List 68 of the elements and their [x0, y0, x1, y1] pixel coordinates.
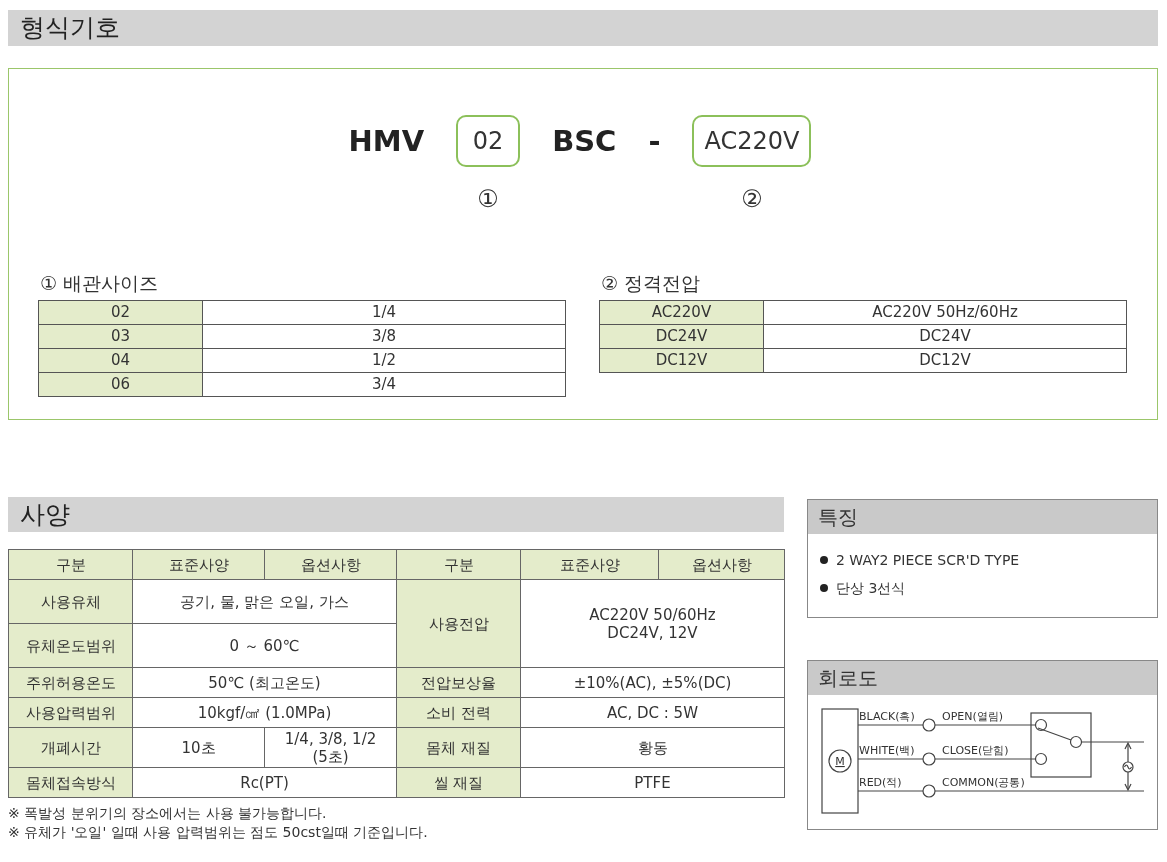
- row-label: 유체온도범위: [8, 623, 133, 668]
- row-label: 씰 재질: [396, 767, 521, 798]
- row-label: 개폐시간: [8, 727, 133, 768]
- option-code-cell: 03: [38, 324, 203, 348]
- note-text: ※ 폭발성 분위기의 장소에서는 사용 불가능합니다.: [8, 804, 328, 823]
- table-cell: 10kgf/㎠ (1.0MPa): [132, 697, 397, 728]
- note-text: ※ 유체가 '오일' 일때 사용 압력범위는 점도 50cst일때 기준입니다.: [8, 823, 429, 842]
- wire-label: BLACK(흑): [859, 710, 915, 723]
- row-label: 주위허용온도: [8, 667, 133, 698]
- option-value-cell: 3/4: [202, 372, 566, 396]
- section-title: 형식기호: [8, 10, 1158, 46]
- row-label: 사용유체: [8, 579, 133, 624]
- bullet-icon: [820, 584, 828, 592]
- option-value-cell: 1/4: [202, 300, 566, 324]
- option-value-cell: AC220V 50Hz/60Hz: [763, 300, 1127, 324]
- row-label: 사용압력범위: [8, 697, 133, 728]
- table-cell: Rc(PT): [132, 767, 397, 798]
- table-title: ① 배관사이즈: [39, 271, 160, 296]
- option-value-cell: DC12V: [763, 348, 1127, 372]
- row-label: 소비 전력: [396, 697, 521, 728]
- column-header: 옵션사항: [658, 549, 785, 580]
- row-label: 전압보상율: [396, 667, 521, 698]
- feature-text: 단상 3선식: [836, 578, 906, 598]
- table-cell: 공기, 물, 맑은 오일, 가스: [132, 579, 397, 624]
- model-code-text: HMV: [348, 123, 425, 160]
- option-value-cell: 3/8: [202, 324, 566, 348]
- bullet-icon: [820, 556, 828, 564]
- option-code-cell: 06: [38, 372, 203, 396]
- terminal-label: OPEN(열림): [942, 710, 1004, 723]
- model-option: AC220V: [692, 115, 812, 167]
- table-cell: 황동: [520, 727, 785, 768]
- option-code-cell: 02: [38, 300, 203, 324]
- terminal-label: CLOSE(닫힘): [942, 744, 1009, 757]
- option-code-cell: DC24V: [599, 324, 764, 348]
- option-marker: ①: [477, 184, 499, 215]
- table-cell: 1/4, 3/8, 1/2 (5초): [264, 727, 397, 768]
- panel-title: 특징: [808, 500, 1157, 534]
- wire-label: RED(적): [859, 776, 902, 789]
- column-header: 표준사양: [520, 549, 659, 580]
- table-cell: AC220V 50/60Hz DC24V, 12V: [520, 579, 785, 668]
- option-marker: ②: [741, 184, 763, 215]
- model-code-text: -: [648, 123, 661, 160]
- option-value-cell: 1/2: [202, 348, 566, 372]
- motor-label: M: [835, 755, 845, 768]
- terminal-label: COMMON(공통): [942, 776, 1025, 789]
- row-label: 사용전압: [396, 579, 521, 668]
- table-cell: AC, DC : 5W: [520, 697, 785, 728]
- row-label: 몸체접속방식: [8, 767, 133, 798]
- option-code-cell: AC220V: [599, 300, 764, 324]
- row-label: 몸체 재질: [396, 727, 521, 768]
- option-code-cell: 04: [38, 348, 203, 372]
- wire-label: WHITE(백): [859, 744, 915, 757]
- column-header: 구분: [396, 549, 521, 580]
- section-title: 사양: [8, 497, 784, 532]
- column-header: 옵션사항: [264, 549, 397, 580]
- table-title: ② 정격전압: [600, 271, 702, 296]
- option-value-cell: DC24V: [763, 324, 1127, 348]
- table-cell: 10초: [132, 727, 265, 768]
- model-option: 02: [456, 115, 521, 167]
- option-code-cell: DC12V: [599, 348, 764, 372]
- feature-text: 2 WAY2 PIECE SCR'D TYPE: [836, 550, 1020, 570]
- panel-title: 회로도: [808, 661, 1157, 695]
- column-header: 구분: [8, 549, 133, 580]
- table-cell: PTFE: [520, 767, 785, 798]
- table-cell: ±10%(AC), ±5%(DC): [520, 667, 785, 698]
- table-cell: 50℃ (최고온도): [132, 667, 397, 698]
- column-header: 표준사양: [132, 549, 265, 580]
- model-code-text: BSC: [552, 123, 617, 160]
